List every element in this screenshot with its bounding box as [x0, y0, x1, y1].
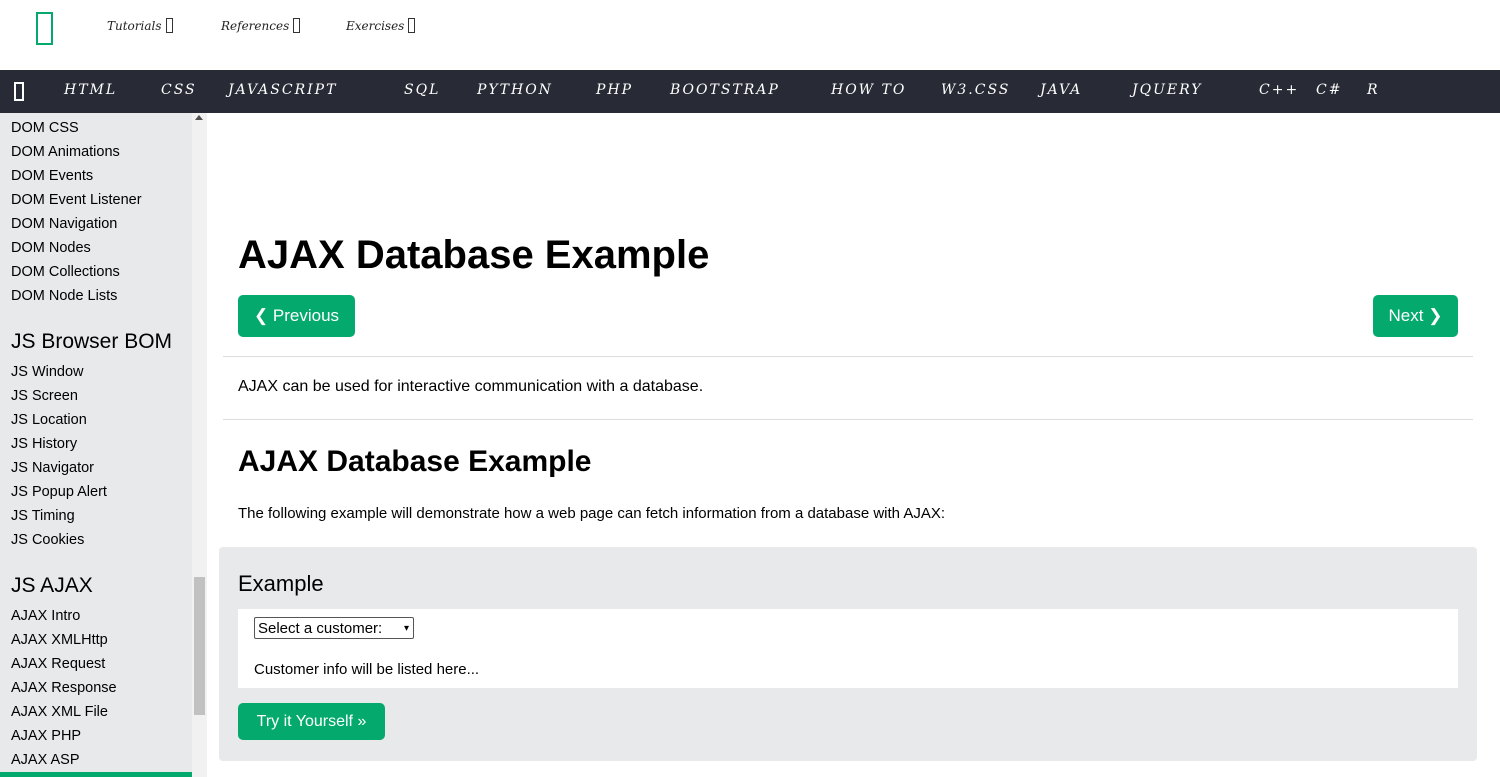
sidebar-item-dom-animations[interactable]: DOM Animations: [11, 144, 120, 160]
next-button[interactable]: Next ❯: [1373, 295, 1458, 337]
nav-link-r[interactable]: R: [1367, 82, 1380, 98]
chevron-down-icon: [408, 18, 416, 33]
main-scrollbar[interactable]: [1490, 113, 1500, 777]
sidebar-item-js-timing[interactable]: JS Timing: [11, 508, 75, 524]
topnav-tutorials-label: Tutorials: [107, 18, 162, 33]
scroll-up-icon[interactable]: [195, 115, 203, 120]
section-heading: AJAX Database Example: [238, 445, 592, 478]
nav-link-cpp[interactable]: C++: [1259, 82, 1299, 98]
page-title: AJAX Database Example: [238, 233, 710, 277]
sidebar-scroll-thumb[interactable]: [194, 577, 205, 715]
previous-button[interactable]: ❮ Previous: [238, 295, 355, 337]
sidebar-item-ajax-request[interactable]: AJAX Request: [11, 656, 105, 672]
logo-icon[interactable]: [36, 12, 53, 45]
topnav-exercises[interactable]: Exercises: [346, 18, 416, 33]
sidebar-item-dom-collections[interactable]: DOM Collections: [11, 264, 120, 280]
nav-link-java[interactable]: JAVA: [1040, 82, 1082, 98]
sidebar-item-ajax-response[interactable]: AJAX Response: [11, 680, 117, 696]
nav-link-csharp[interactable]: C#: [1316, 82, 1342, 98]
nav-link-w3css[interactable]: W3.CSS: [941, 82, 1010, 98]
sidebar-item-ajax-asp[interactable]: AJAX ASP: [11, 752, 80, 768]
sidebar-item-dom-css[interactable]: DOM CSS: [11, 120, 79, 136]
example-output: Select a customer: ▾ Customer info will …: [238, 609, 1458, 688]
topnav-references[interactable]: References: [221, 18, 301, 33]
customer-info: Customer info will be listed here...: [254, 661, 480, 678]
sidebar-item-js-history[interactable]: JS History: [11, 436, 77, 452]
try-it-yourself-button[interactable]: Try it Yourself »: [238, 703, 385, 740]
sidebar-item-ajax-xmlhttp[interactable]: AJAX XMLHttp: [11, 632, 108, 648]
sidebar-item-js-cookies[interactable]: JS Cookies: [11, 532, 84, 548]
sidebar-item-dom-navigation[interactable]: DOM Navigation: [11, 216, 117, 232]
sidebar-item-ajax-xml-file[interactable]: AJAX XML File: [11, 704, 108, 720]
sidebar: DOM CSS DOM Animations DOM Events DOM Ev…: [0, 113, 192, 777]
topnav-exercises-label: Exercises: [346, 18, 405, 33]
nav-link-howto[interactable]: HOW TO: [831, 82, 906, 98]
sidebar-item-js-window[interactable]: JS Window: [11, 364, 84, 380]
chevron-down-icon: ▾: [403, 623, 409, 634]
sidebar-item-js-navigator[interactable]: JS Navigator: [11, 460, 94, 476]
sidebar-heading-bom: JS Browser BOM: [11, 330, 173, 353]
menu-icon[interactable]: [14, 82, 24, 101]
nav-link-sql[interactable]: SQL: [404, 82, 440, 98]
nav-link-bootstrap[interactable]: BOOTSTRAP: [670, 82, 780, 98]
main-navigation: HTML CSS JAVASCRIPT SQL PYTHON PHP BOOTS…: [0, 70, 1500, 113]
nav-link-css[interactable]: CSS: [161, 82, 197, 98]
sidebar-active-indicator: [0, 772, 192, 777]
example-box: Example Select a customer: ▾ Customer in…: [219, 547, 1477, 761]
sidebar-item-dom-node-lists[interactable]: DOM Node Lists: [11, 288, 117, 304]
divider: [223, 419, 1473, 420]
chevron-down-icon: [293, 18, 301, 33]
top-bar: Tutorials References Exercises: [0, 0, 1500, 70]
nav-link-php[interactable]: PHP: [596, 82, 633, 98]
sidebar-item-ajax-intro[interactable]: AJAX Intro: [11, 608, 80, 624]
sidebar-item-js-screen[interactable]: JS Screen: [11, 388, 78, 404]
topnav-tutorials[interactable]: Tutorials: [107, 18, 173, 33]
sidebar-item-dom-events[interactable]: DOM Events: [11, 168, 93, 184]
main-content: AJAX Database Example ❮ Previous Next ❯ …: [207, 113, 1490, 777]
nav-link-html[interactable]: HTML: [64, 82, 117, 98]
customer-select[interactable]: Select a customer: ▾: [254, 617, 414, 639]
section-description: The following example will demonstrate h…: [238, 505, 946, 522]
sidebar-item-ajax-php[interactable]: AJAX PHP: [11, 728, 81, 744]
intro-text: AJAX can be used for interactive communi…: [238, 378, 704, 395]
sidebar-item-js-location[interactable]: JS Location: [11, 412, 87, 428]
nav-link-jquery[interactable]: JQUERY: [1132, 82, 1202, 98]
sidebar-scrollbar[interactable]: [192, 113, 207, 777]
nav-link-javascript[interactable]: JAVASCRIPT: [228, 82, 337, 98]
sidebar-heading-ajax: JS AJAX: [11, 574, 93, 597]
topnav-references-label: References: [221, 18, 290, 33]
example-title: Example: [238, 571, 324, 596]
nav-link-python[interactable]: PYTHON: [477, 82, 553, 98]
divider: [223, 356, 1473, 357]
chevron-down-icon: [165, 18, 173, 33]
sidebar-item-dom-nodes[interactable]: DOM Nodes: [11, 240, 91, 256]
sidebar-item-dom-event-listener[interactable]: DOM Event Listener: [11, 192, 142, 208]
sidebar-item-js-popup-alert[interactable]: JS Popup Alert: [11, 484, 107, 500]
customer-select-value: Select a customer:: [258, 619, 383, 637]
